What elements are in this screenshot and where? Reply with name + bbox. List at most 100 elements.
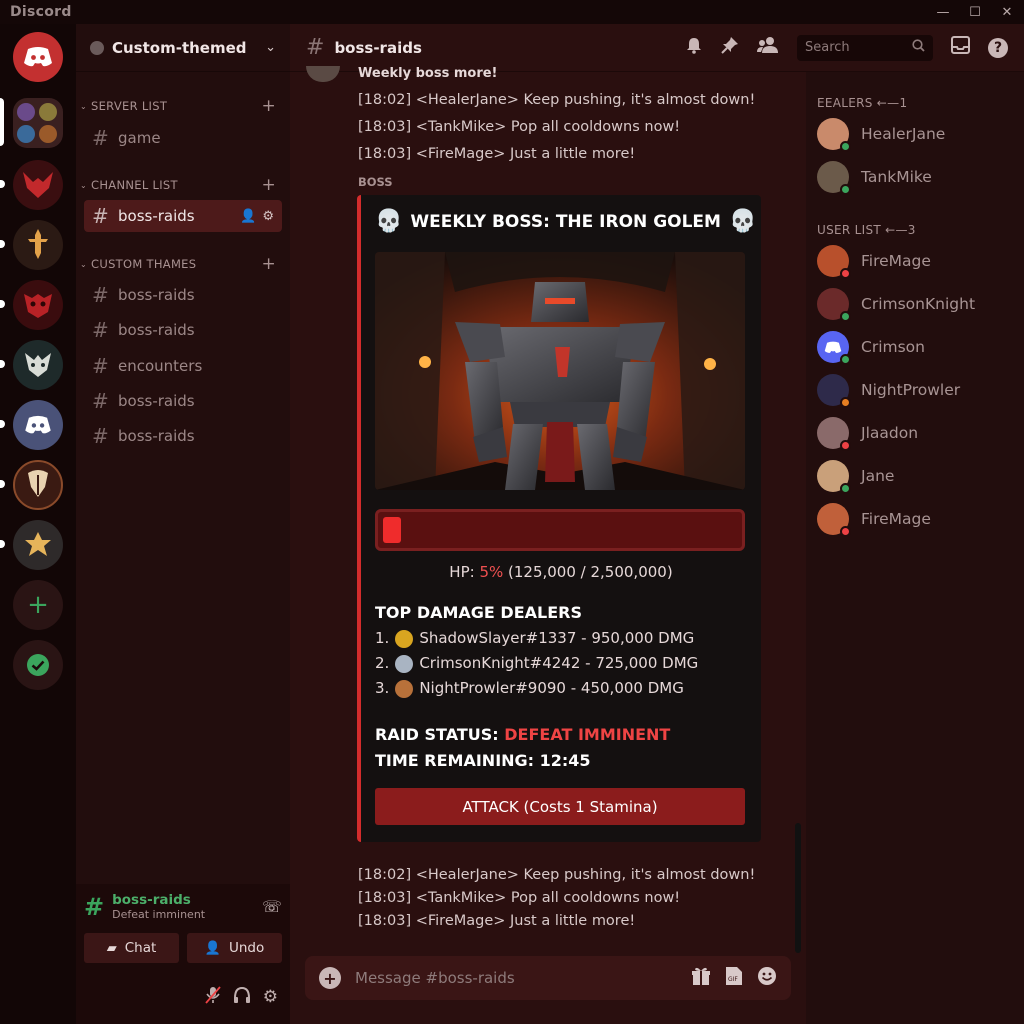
add-channel-icon[interactable]: + (261, 96, 276, 116)
iron-golem-image[interactable] (375, 252, 745, 490)
hp-text: HP: 5% (125,000 / 2,500,000) (449, 563, 673, 581)
hash-icon: # (306, 35, 325, 60)
hash-icon: # (92, 318, 109, 342)
voice-channel-name[interactable]: boss-raids (112, 892, 254, 908)
server-skull[interactable] (13, 460, 63, 510)
channel-boss-raids[interactable]: # boss-raids (84, 385, 282, 417)
discord-logo-icon (824, 341, 842, 353)
member-item[interactable]: Jlaadon (817, 417, 918, 451)
server-header[interactable]: Custom-themed ⌄ (76, 24, 290, 72)
channel-boss-raids[interactable]: # boss-raids (84, 279, 282, 311)
member-group-label: USER LIST ←—3 (817, 223, 916, 237)
discover-button[interactable] (13, 640, 63, 690)
inbox-icon[interactable] (951, 36, 970, 59)
time-remaining: TIME REMAINING: 12:45 (375, 751, 591, 770)
avatar (817, 460, 851, 494)
gear-icon[interactable]: ⚙ (262, 209, 274, 224)
member-item[interactable]: NightProwler (817, 374, 960, 408)
undo-button[interactable]: 👤 Undo (187, 933, 282, 963)
avatar (817, 417, 851, 451)
server-crest[interactable] (13, 520, 63, 570)
chat-button[interactable]: ▰ Chat (84, 933, 179, 963)
member-item[interactable]: HealerJane (817, 118, 945, 152)
minimize-icon[interactable]: — (936, 5, 950, 20)
member-item[interactable]: TankMike (817, 161, 932, 195)
silver-medal-icon (395, 655, 414, 673)
pin-icon[interactable] (721, 36, 739, 59)
chat-scrollbar[interactable] (795, 823, 801, 953)
hash-icon: # (92, 424, 109, 448)
channel-game[interactable]: # game (84, 122, 282, 154)
help-icon[interactable]: ? (988, 37, 1008, 58)
emoji-icon[interactable] (757, 966, 777, 991)
bell-icon[interactable] (685, 36, 703, 59)
add-channel-icon[interactable]: + (261, 254, 276, 274)
member-item[interactable]: Jane (817, 460, 894, 494)
avatar (817, 331, 851, 365)
maximize-icon[interactable]: ☐ (968, 5, 982, 20)
member-item[interactable]: FireMage (817, 503, 931, 537)
disconnect-call-icon[interactable]: ☏ (262, 897, 282, 916)
channel-boss-raids[interactable]: # boss-raids (84, 314, 282, 346)
gif-icon[interactable]: GIF (725, 966, 743, 991)
members-icon[interactable] (757, 36, 779, 59)
avatar (817, 245, 851, 279)
server-sword[interactable] (13, 220, 63, 270)
dealer-row: 1. ShadowSlayer#1337 - 950,000 DMG (375, 629, 695, 648)
member-item[interactable]: FireMage (817, 245, 931, 279)
attack-button[interactable]: ATTACK (Costs 1 Stamina) (375, 788, 745, 825)
attach-plus-icon[interactable]: + (319, 967, 341, 989)
message-line: [18:03] <TankMike> Pop all cooldowns now… (358, 119, 681, 135)
discord-logo-icon (24, 47, 52, 67)
hash-icon: # (92, 354, 109, 378)
invite-icon[interactable]: 👤 (240, 209, 256, 224)
embed-author: BOSS (358, 175, 393, 189)
server-icon (90, 40, 104, 55)
member-item[interactable]: CrimsonKnight (817, 288, 975, 322)
settings-gear-icon[interactable]: ⚙ (263, 987, 278, 1007)
gift-icon[interactable] (691, 966, 711, 991)
skull-icon: 💀 (375, 209, 403, 234)
gold-medal-icon (395, 630, 414, 648)
channel-boss-raids[interactable]: # boss-raids (84, 420, 282, 452)
add-channel-icon[interactable]: + (261, 175, 276, 195)
dealer-row: 2. CrimsonKnight#4242 - 725,000 DMG (375, 654, 699, 673)
message-composer: + Message #boss-raids GIF (305, 956, 791, 1000)
dealers-heading: TOP DAMAGE DEALERS (375, 603, 582, 622)
selected-server-pill (0, 98, 4, 146)
check-circle-icon (27, 654, 49, 676)
server-name: Custom-themed (112, 38, 247, 57)
hp-percent: 5% (479, 563, 504, 581)
avatar (817, 288, 851, 322)
add-server-button[interactable]: + (13, 580, 63, 630)
channel-boss-raids-active[interactable]: # boss-raids 👤 ⚙ (84, 200, 282, 232)
member-group-label: EEALERS ←—1 (817, 96, 908, 110)
server-beast[interactable] (13, 340, 63, 390)
chevron-down-icon[interactable]: ⌄ (265, 40, 276, 55)
avatar (817, 503, 851, 537)
mute-mic-icon[interactable] (205, 985, 221, 1009)
server-discord[interactable] (13, 400, 63, 450)
member-item[interactable]: Crimson (817, 331, 925, 365)
category-channel-list[interactable]: ⌄ CHANNEL LIST + (76, 175, 290, 195)
category-custom-thames[interactable]: ⌄ CUSTOM THAMES + (76, 254, 290, 274)
app-name: Discord (10, 4, 72, 20)
server-demon[interactable] (13, 160, 63, 210)
channel-encounters[interactable]: # encounters (84, 350, 282, 382)
headphones-icon[interactable] (233, 986, 251, 1009)
close-icon[interactable]: ✕ (1000, 5, 1014, 20)
message-line: [18:03] <TankMike> Pop all cooldowns now… (358, 890, 681, 906)
discord-home-button[interactable] (13, 32, 63, 82)
channel-title: boss-raids (334, 38, 422, 57)
category-server-list[interactable]: ⌄ SERVER LIST + (76, 96, 290, 116)
message-line: [18:02] <HealerJane> Keep pushing, it's … (358, 92, 756, 108)
server-mask[interactable] (13, 280, 63, 330)
search-input[interactable]: Search (797, 34, 933, 61)
message-input[interactable]: Message #boss-raids (355, 969, 677, 987)
chat-bubble-icon: ▰ (106, 940, 117, 956)
message-author: Weekly boss more! (358, 66, 498, 80)
avatar (817, 374, 851, 408)
boss-hp-bar (375, 509, 745, 551)
server-folder[interactable] (13, 98, 63, 148)
message-line: [18:03] <FireMage> Just a little more! (358, 146, 636, 162)
